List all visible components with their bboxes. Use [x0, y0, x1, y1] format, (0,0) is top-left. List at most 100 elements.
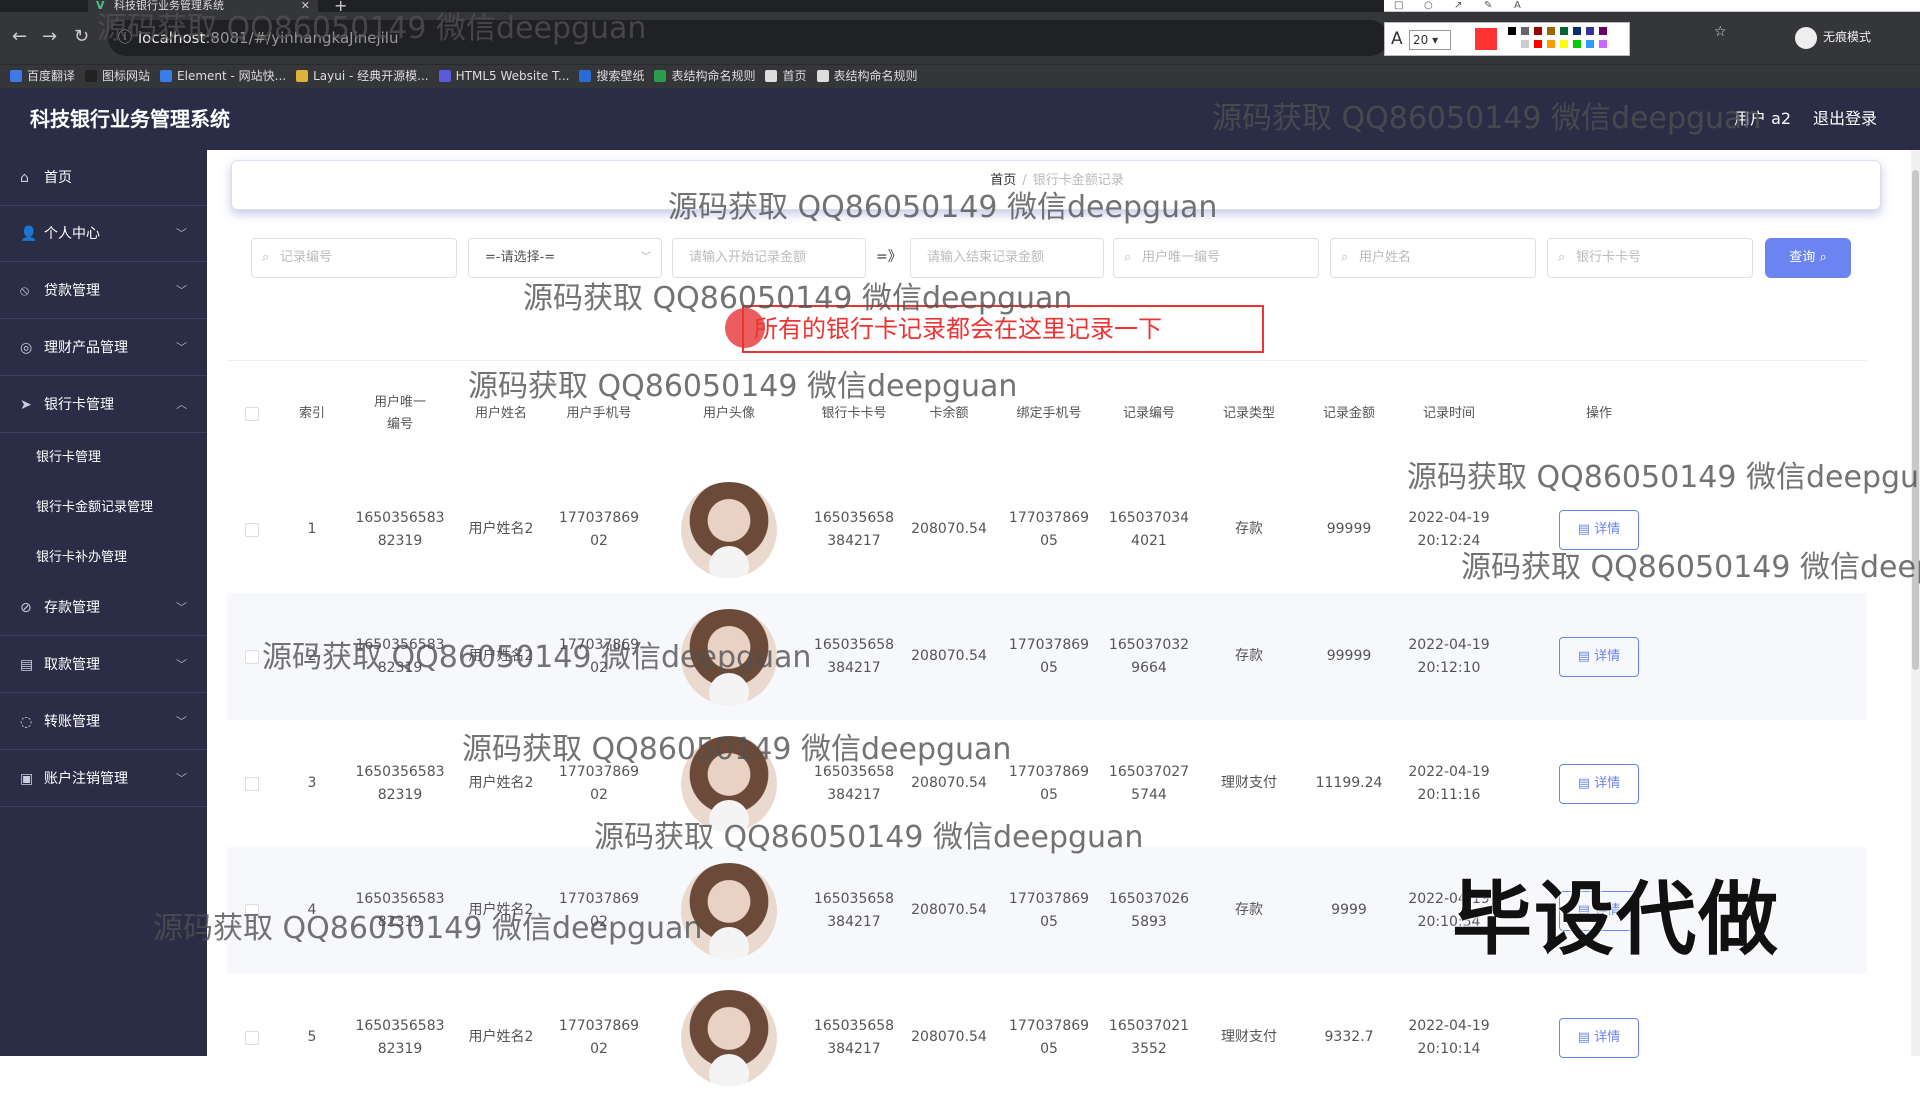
palette-swatch[interactable]: [1533, 39, 1543, 49]
start-amount-input[interactable]: 请输入开始记录金额: [672, 238, 866, 278]
column-header: 记录时间: [1422, 406, 1475, 421]
row-checkbox[interactable]: [245, 903, 259, 918]
sidebar-item[interactable]: ◎ 理财产品管理 ﹀: [0, 320, 207, 376]
search-icon: ⌕: [1558, 250, 1566, 265]
sidebar-item-label: 账户注销管理: [44, 771, 128, 787]
detail-button[interactable]: ▤ 详情: [1559, 763, 1639, 804]
sidebar-item[interactable]: ▣ 账户注销管理 ﹀: [0, 751, 207, 807]
incognito-indicator[interactable]: 无痕模式: [1795, 23, 1905, 51]
sidebar-item[interactable]: ▤ 取款管理 ﹀: [0, 637, 207, 693]
cell-user-id: 1650356583 82319: [355, 509, 445, 549]
current-color-swatch[interactable]: [1475, 28, 1497, 50]
sidebar-subitem[interactable]: 银行卡管理: [0, 433, 207, 483]
sidebar-item[interactable]: ⌂ 首页: [0, 150, 207, 206]
back-icon[interactable]: ←: [12, 26, 27, 47]
palette-swatch[interactable]: [1507, 39, 1517, 49]
forward-icon[interactable]: →: [42, 26, 57, 47]
palette-swatch[interactable]: [1533, 26, 1543, 36]
sidebar-item[interactable]: 👤 个人中心 ﹀: [0, 206, 207, 262]
row-checkbox[interactable]: [245, 522, 259, 537]
bookmark-item[interactable]: 百度翻译: [10, 65, 75, 87]
bookmark-item[interactable]: Element - 网站快...: [160, 65, 286, 87]
close-tab-icon[interactable]: ✕: [301, 0, 310, 12]
page-scrollbar[interactable]: [1911, 150, 1920, 1056]
font-size-select[interactable]: 20 ▾: [1409, 30, 1451, 50]
palette-swatch[interactable]: [1520, 26, 1530, 36]
bookmark-icon: [579, 70, 592, 82]
palette-swatch[interactable]: [1546, 26, 1556, 36]
detail-button[interactable]: ▤ 详情: [1559, 509, 1639, 550]
detail-button[interactable]: ▤ 详情: [1559, 1017, 1639, 1058]
bookmark-star-icon[interactable]: ☆: [1714, 24, 1727, 40]
user-id-input[interactable]: ⌕ 用户唯一编号: [1113, 238, 1319, 278]
arrow-tool-icon[interactable]: ↗: [1454, 0, 1462, 12]
record-type-select[interactable]: =-请选择-= ﹀: [468, 238, 662, 278]
color-palette[interactable]: [1507, 26, 1625, 54]
detail-button[interactable]: ▤ 详情: [1559, 636, 1639, 677]
column-header: 卡余额: [929, 406, 969, 421]
app-header: 科技银行业务管理系统 用户 a2 退出登录: [0, 88, 1920, 150]
card-no-input[interactable]: ⌕ 银行卡卡号: [1547, 238, 1753, 278]
rectangle-tool-icon[interactable]: □: [1394, 0, 1403, 12]
cell-type: 存款: [1235, 902, 1263, 918]
browser-tab[interactable]: V 科技银行业务管理系统 ✕: [88, 0, 318, 12]
column-header: 操作: [1585, 406, 1612, 421]
bookmark-label: 首页: [782, 69, 807, 83]
bookmark-item[interactable]: 首页: [765, 65, 807, 87]
logout-link[interactable]: 退出登录: [1813, 88, 1877, 150]
breadcrumb-home[interactable]: 首页: [990, 173, 1016, 188]
palette-swatch[interactable]: [1572, 26, 1582, 36]
palette-swatch[interactable]: [1546, 39, 1556, 49]
site-info-icon[interactable]: ⓘ: [118, 20, 132, 56]
palette-swatch[interactable]: [1507, 26, 1517, 36]
sidebar: ⌂ 首页 👤 个人中心 ﹀ ⦸ 贷款管理 ﹀ ◎ 理财产品管理 ﹀ ➤ 银行卡管理 ︿ ⊘ 存款管理 ﹀ ▤ 取款管…: [0, 150, 207, 1056]
palette-swatch[interactable]: [1572, 39, 1582, 49]
record-no-input[interactable]: ⌕ 记录编号: [251, 238, 457, 278]
text-tool-icon[interactable]: A: [1514, 0, 1521, 12]
sidebar-item[interactable]: ➤ 银行卡管理 ︿: [0, 377, 207, 433]
select-all-checkbox[interactable]: [245, 407, 259, 421]
bookmark-item[interactable]: 表结构命名规则: [816, 65, 918, 87]
url-input[interactable]: ⓘ localhost:8081/#/yinhangkaJinejilu: [108, 20, 1388, 56]
cell-card: 165035658 384217: [813, 509, 895, 549]
sidebar-item[interactable]: ⦸ 贷款管理 ﹀: [0, 263, 207, 319]
row-select-cell: [227, 720, 277, 847]
palette-swatch[interactable]: [1585, 39, 1595, 49]
user-label[interactable]: 用户 a2: [1734, 88, 1791, 150]
bookmark-item[interactable]: 表结构命名规则: [654, 65, 755, 87]
sidebar-item[interactable]: ⊘ 存款管理 ﹀: [0, 580, 207, 636]
row-select-cell: [227, 593, 277, 720]
palette-swatch[interactable]: [1598, 26, 1608, 36]
circle-tool-icon[interactable]: ○: [1424, 0, 1433, 12]
bookmark-item[interactable]: 图标网站: [85, 65, 150, 87]
avatar-cell: [649, 847, 809, 974]
bookmark-label: HTML5 Website T...: [455, 69, 570, 83]
cell-card: 165035658 384217: [813, 890, 895, 930]
actions-cell: ▤ 详情: [1499, 466, 1699, 593]
sidebar-subitem[interactable]: 银行卡补办管理: [0, 533, 207, 583]
bookmark-icon: [10, 70, 22, 82]
sidebar-item-label: 存款管理: [44, 600, 100, 616]
palette-swatch[interactable]: [1585, 26, 1595, 36]
pen-tool-icon[interactable]: ✎: [1484, 0, 1492, 12]
cell-name: 用户姓名2: [468, 1029, 534, 1045]
bookmark-item[interactable]: 搜索壁纸: [579, 65, 644, 87]
end-amount-input[interactable]: 请输入结束记录金额: [910, 238, 1104, 278]
palette-swatch[interactable]: [1598, 39, 1608, 49]
reload-icon[interactable]: ↻: [74, 26, 89, 47]
row-checkbox[interactable]: [245, 776, 259, 791]
scrollbar-thumb[interactable]: [1912, 170, 1919, 670]
row-checkbox[interactable]: [245, 649, 259, 664]
range-arrow: =》: [876, 249, 902, 265]
sidebar-subitem[interactable]: 银行卡金额记录管理: [0, 483, 207, 533]
palette-swatch[interactable]: [1520, 39, 1530, 49]
search-button[interactable]: 查询 ⌕: [1765, 238, 1851, 278]
palette-swatch[interactable]: [1559, 26, 1569, 36]
palette-swatch[interactable]: [1559, 39, 1569, 49]
bookmark-item[interactable]: HTML5 Website T...: [438, 65, 570, 87]
user-name-input[interactable]: ⌕ 用户姓名: [1330, 238, 1536, 278]
sidebar-item[interactable]: ◌ 转账管理 ﹀: [0, 694, 207, 750]
bookmark-label: 百度翻译: [27, 69, 76, 83]
bookmark-item[interactable]: Layui - 经典开源模...: [296, 65, 429, 87]
row-checkbox[interactable]: [245, 1030, 259, 1045]
